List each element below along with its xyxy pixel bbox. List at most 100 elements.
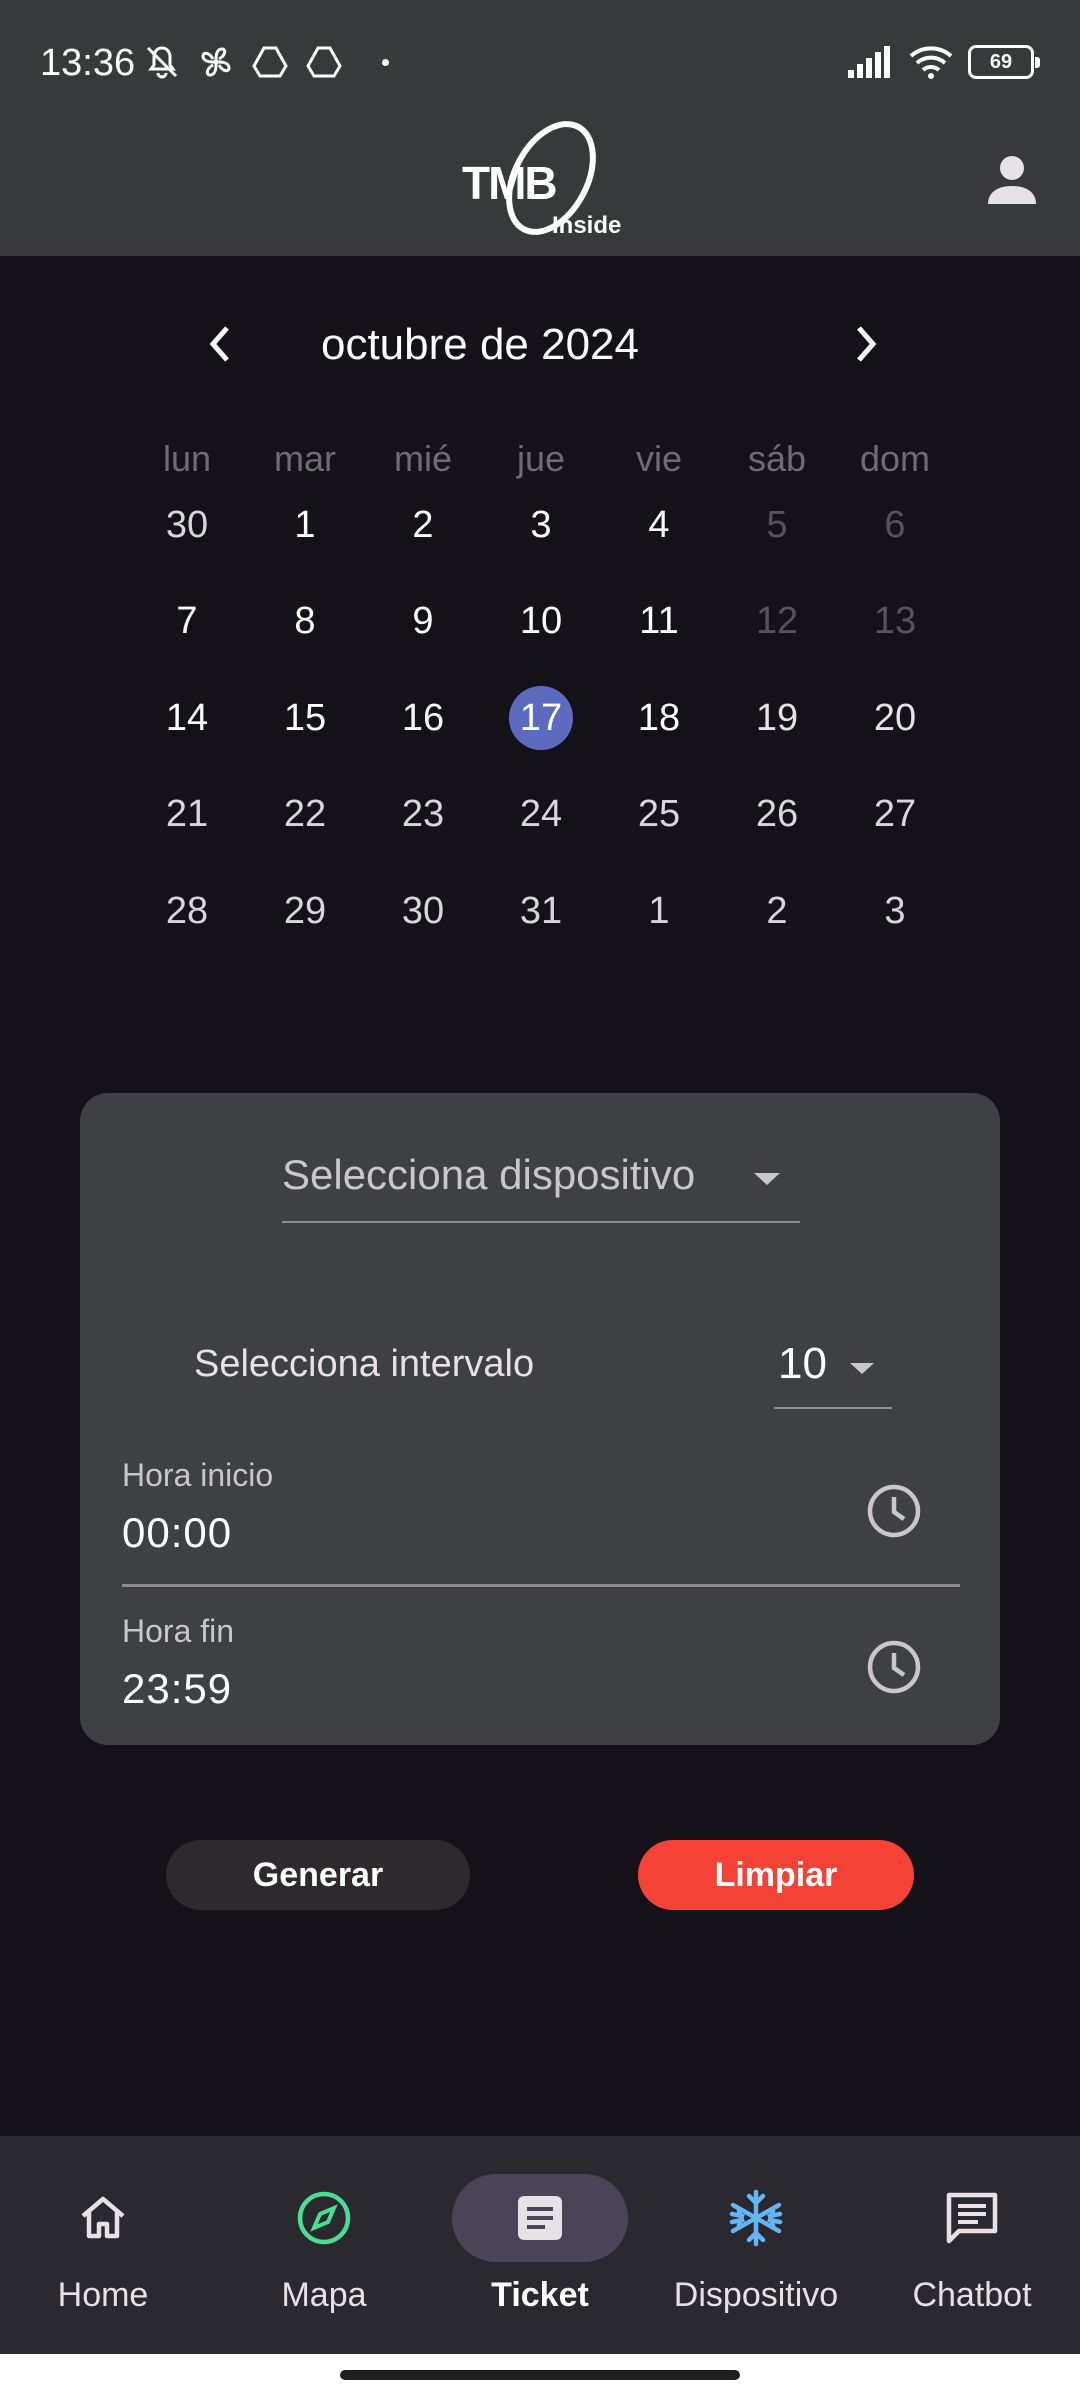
calendar-day[interactable]: 20 [836,683,954,753]
nav-icon-container [236,2174,412,2262]
calendar-day[interactable]: 25 [600,780,718,850]
device-dropdown-placeholder: Selecciona dispositivo [282,1151,696,1198]
calendar-day[interactable]: 26 [718,780,836,850]
tmb-inside-logo: TMB Inside [456,120,626,250]
nav-icon-container-active [452,2174,628,2262]
calendar-day[interactable]: 28 [128,876,246,946]
calendar-day[interactable]: 1 [246,490,364,560]
calendar-day[interactable]: 14 [128,683,246,753]
nav-label-chatbot: Chatbot [912,2276,1032,2314]
end-time-value: 23:59 [122,1665,233,1712]
status-bar: 13:36 69 [0,0,1080,120]
selected-day-indicator: 17 [509,686,573,750]
snowflake-icon [729,2189,783,2247]
nav-item-home[interactable]: Home [3,2156,203,2336]
chat-icon [946,2192,998,2244]
ticket-form-card: Selecciona dispositivo Selecciona interv… [80,1093,1000,1745]
weekday-label: sáb [747,438,807,479]
nav-label-home: Home [57,2276,149,2314]
calendar-day[interactable]: 19 [718,683,836,753]
status-system-icons: 69 [846,44,1040,80]
nav-label-dispositivo: Dispositivo [673,2276,839,2314]
calendar-day[interactable]: 27 [836,780,954,850]
calendar-day[interactable]: 2 [364,490,482,560]
interval-dropdown[interactable]: 10 [774,1321,892,1409]
calendar-day[interactable]: 24 [482,780,600,850]
calendar-day[interactable]: 21 [128,780,246,850]
previous-month-button[interactable] [190,314,250,374]
calendar-day[interactable]: 1 [600,876,718,946]
calendar-day: 6 [884,503,906,546]
nav-item-ticket[interactable]: Ticket [440,2156,640,2336]
calendar-day[interactable]: 2 [718,876,836,946]
device-dropdown[interactable]: Selecciona dispositivo [282,1143,800,1223]
weekday-label: vie [635,438,683,479]
weekday-label: mié [393,438,452,479]
logo-text: TMB [462,157,558,209]
status-notification-icons [142,42,389,82]
calendar-day[interactable]: 30 [364,876,482,946]
calendar-header: octubre de 2024 [0,310,1080,380]
start-time-field[interactable]: Hora inicio 00:00 [122,1447,960,1587]
next-month-button[interactable] [836,314,896,374]
dropdown-arrow-icon [754,1173,780,1185]
interval-label: Selecciona intervalo [194,1343,535,1385]
calendar-day-selected[interactable]: 17 [482,683,600,753]
calendar-day[interactable]: 31 [482,876,600,946]
calendar-month-title: octubre de 2024 [320,320,640,369]
calendar-day: 13 [873,600,917,642]
nav-icon-container [15,2174,191,2262]
person-icon[interactable] [982,150,1042,210]
calendar-day[interactable]: 23 [364,780,482,850]
calendar-week: 21 22 23 24 25 26 27 [128,780,970,877]
clock-icon[interactable] [864,1637,924,1697]
home-gesture-handle[interactable] [340,2370,740,2380]
start-time-label: Hora inicio [122,1457,274,1493]
clear-button[interactable]: Limpiar [638,1840,914,1910]
calendar-day[interactable]: 16 [364,683,482,753]
calendar-week: 14 15 16 17 18 19 20 [128,683,970,780]
bottom-navigation: Home Mapa Ticket Dispositivo Chatbot [0,2136,1080,2354]
nav-icon-container [884,2174,1060,2262]
bell-off-icon [146,46,178,79]
chevron-right-icon [857,326,877,362]
ticket-icon [518,2196,562,2240]
weekday-label: dom [859,438,931,479]
more-notifications-dot [382,58,389,66]
gesture-navigation-bar [0,2354,1080,2400]
weekday-label: lun [162,438,212,479]
drive-icon [252,46,288,78]
calendar-day[interactable]: 3 [482,490,600,560]
chevron-left-icon [209,326,229,362]
calendar-day[interactable]: 7 [128,587,246,657]
calendar-day[interactable]: 9 [364,587,482,657]
calendar-day: 5 [766,503,788,546]
calendar-day[interactable]: 15 [246,683,364,753]
nav-item-mapa[interactable]: Mapa [224,2156,424,2336]
nav-item-chatbot[interactable]: Chatbot [872,2156,1072,2336]
calendar-day[interactable]: 10 [482,587,600,657]
calendar-day[interactable]: 4 [600,490,718,560]
nav-item-dispositivo[interactable]: Dispositivo [656,2156,856,2336]
weekday-label: mar [274,438,336,479]
app-bar: TMB Inside [0,120,1080,256]
calendar-week: 28 29 30 31 1 2 3 [128,876,970,973]
calendar-day[interactable]: 29 [246,876,364,946]
clock-icon[interactable] [864,1481,924,1541]
calendar-day: 12 [755,600,799,642]
calendar-day[interactable]: 30 [128,490,246,560]
interval-value: 10 [778,1339,827,1388]
calendar-week: 30 1 2 3 4 5 6 [128,490,970,587]
end-time-field[interactable]: Hora fin 23:59 [122,1603,960,1743]
home-icon [81,2196,125,2239]
calendar-weekdays: lun mar mié jue vie sáb dom [128,438,970,480]
calendar-day[interactable]: 22 [246,780,364,850]
wifi-icon [909,46,953,79]
calendar-day[interactable]: 3 [836,876,954,946]
calendar-day[interactable]: 8 [246,587,364,657]
nav-label-mapa: Mapa [281,2276,367,2314]
signal-icon [848,46,890,78]
calendar-day[interactable]: 18 [600,683,718,753]
generate-button[interactable]: Generar [166,1840,470,1910]
calendar-day[interactable]: 11 [600,587,718,657]
